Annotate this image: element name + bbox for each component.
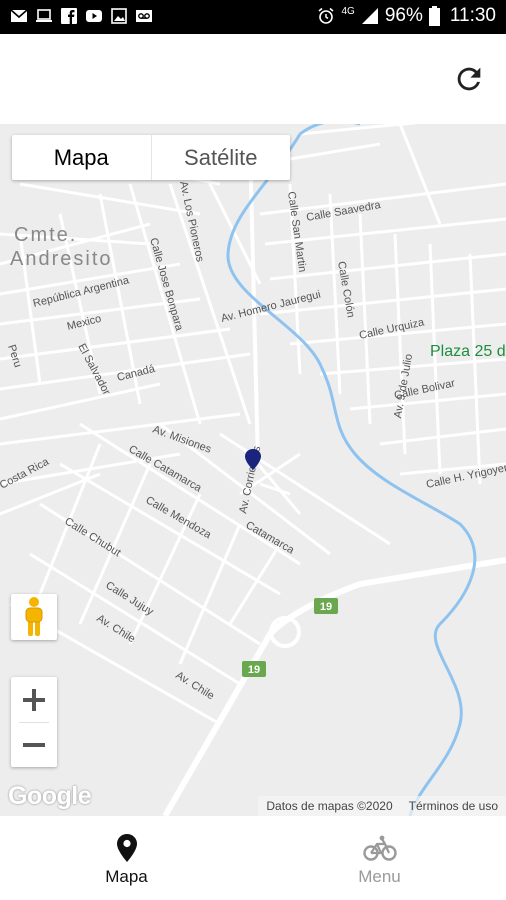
place-label: Plaza 25 d (430, 343, 506, 360)
route-badge: 19 (314, 598, 338, 614)
zoom-control (11, 677, 57, 767)
map-canvas[interactable]: Calle Saavedra Calle San Martin Calle Co… (0, 124, 506, 816)
app-screen: 4G 96% 11:30 Calle Saavedra Calle San Ma… (0, 0, 506, 900)
district-label: Cmte. (14, 224, 77, 246)
clock: 11:30 (449, 5, 496, 26)
nav-item-menu[interactable]: Menu (253, 816, 506, 900)
svg-text:19: 19 (248, 664, 260, 676)
status-bar: 4G 96% 11:30 (0, 0, 506, 34)
minus-icon (23, 742, 45, 747)
notification-icons (10, 7, 153, 25)
map-data-credit: Datos de mapas ©2020 (266, 799, 393, 813)
zoom-in-button[interactable] (11, 677, 57, 722)
map-type-control: Mapa Satélite (12, 135, 290, 180)
system-status: 4G 96% 11:30 (317, 5, 496, 27)
svg-text:19: 19 (320, 601, 332, 613)
google-logo: Google (8, 782, 92, 810)
alarm-icon (318, 7, 334, 24)
nav-label-mapa: Mapa (105, 867, 148, 886)
gallery-icon (111, 8, 127, 24)
voicemail-icon (136, 10, 152, 22)
pegman-icon (25, 597, 43, 636)
map-attribution: Datos de mapas ©2020 Términos de uso (258, 796, 506, 816)
map-type-mapa-button[interactable]: Mapa (12, 135, 152, 180)
plus-icon (23, 688, 45, 711)
laptop-icon (36, 9, 52, 22)
network-type: 4G (341, 6, 355, 17)
nav-item-mapa[interactable]: Mapa (0, 816, 253, 900)
bicycle-icon (362, 835, 397, 861)
battery-percent: 96% (384, 5, 423, 26)
signal-icon (361, 8, 378, 24)
bottom-navigation: Mapa Menu (0, 816, 506, 900)
location-pin-icon (116, 834, 137, 862)
refresh-button[interactable] (452, 62, 486, 96)
nav-label-menu: Menu (358, 867, 401, 886)
app-bar (0, 34, 506, 124)
terms-of-use-link[interactable]: Términos de uso (409, 799, 498, 816)
gmail-icon (10, 9, 28, 22)
map-view[interactable]: Calle Saavedra Calle San Martin Calle Co… (0, 124, 506, 816)
youtube-icon (86, 10, 102, 22)
route-badge: 19 (242, 661, 266, 677)
district-label: Andresito (10, 248, 113, 270)
map-type-satellite-button[interactable]: Satélite (152, 135, 291, 180)
refresh-icon (457, 67, 481, 91)
facebook-icon (61, 8, 77, 24)
zoom-out-button[interactable] (11, 722, 57, 767)
street-view-pegman-button[interactable] (11, 594, 57, 640)
battery-icon (428, 6, 440, 26)
